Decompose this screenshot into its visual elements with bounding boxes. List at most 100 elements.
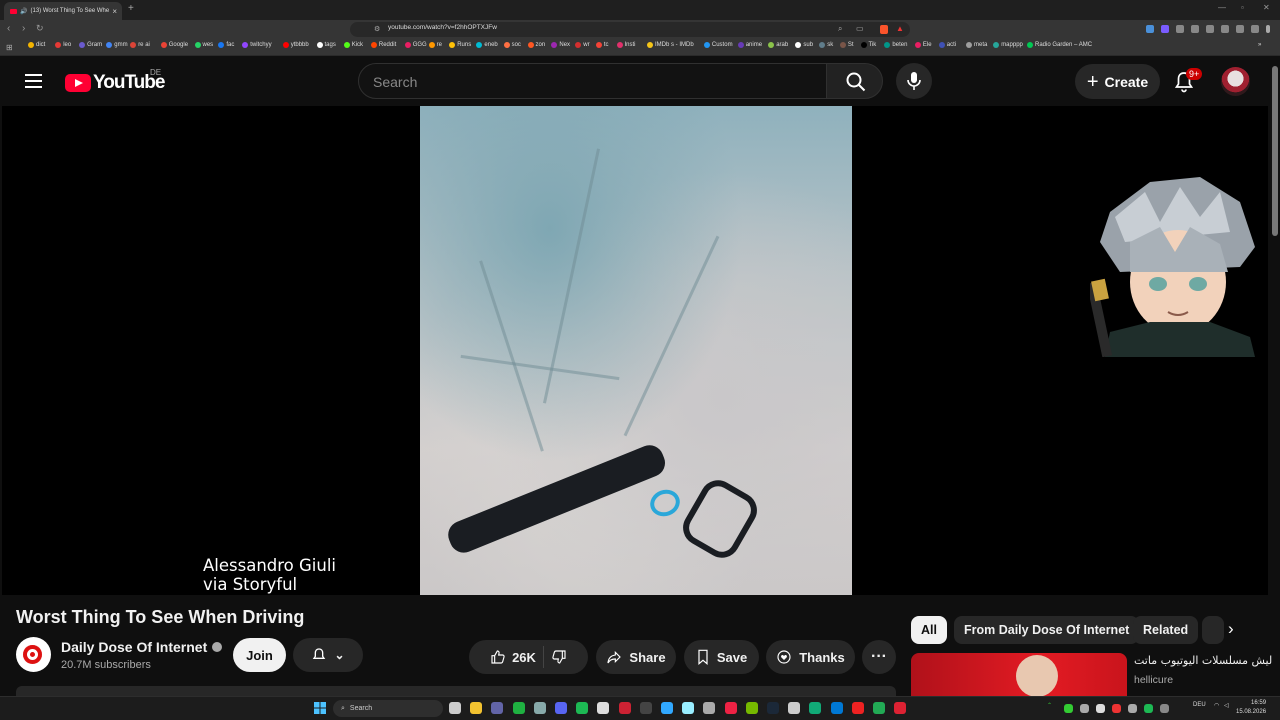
- bookmark-item[interactable]: gmm: [106, 42, 128, 48]
- app-icon[interactable]: [639, 702, 652, 714]
- bookmark-item[interactable]: Google: [160, 42, 188, 48]
- description-box[interactable]: [16, 686, 896, 696]
- bookmark-item[interactable]: arab: [768, 42, 788, 48]
- bookmark-item[interactable]: meta: [966, 42, 987, 48]
- excel-icon[interactable]: [512, 702, 525, 714]
- bookmark-item[interactable]: leo: [55, 42, 71, 48]
- vivaldi-icon[interactable]: [894, 702, 907, 714]
- page-scrollbar[interactable]: [1270, 56, 1280, 696]
- volume-icon[interactable]: ◁: [1224, 702, 1229, 709]
- app-icon[interactable]: [682, 702, 695, 714]
- app-icon[interactable]: [788, 702, 801, 714]
- scrollbar-thumb[interactable]: [1272, 66, 1278, 236]
- tray-app-icon[interactable]: [1080, 704, 1089, 713]
- search-button[interactable]: [826, 63, 883, 99]
- bookmark-item[interactable]: St: [839, 42, 854, 48]
- sidebar-icon[interactable]: [1206, 25, 1214, 33]
- bookmark-item[interactable]: Ele: [914, 42, 932, 48]
- spotify-icon[interactable]: [576, 702, 589, 714]
- bookmark-item[interactable]: Kick: [343, 42, 363, 48]
- taskbar-clock[interactable]: 16:59 15.08.2026: [1236, 699, 1266, 717]
- extension-icon[interactable]: [1176, 25, 1184, 33]
- bookmarks-overflow-icon[interactable]: »: [1258, 42, 1261, 48]
- photoshop-icon[interactable]: [661, 702, 673, 714]
- taskbar-search[interactable]: ⌕ Search: [333, 700, 443, 717]
- wifi-icon[interactable]: ◠: [1214, 702, 1219, 709]
- bookmark-item[interactable]: anime: [737, 42, 762, 48]
- wallet-icon[interactable]: [1236, 25, 1244, 33]
- close-window-icon[interactable]: ✕: [1263, 3, 1270, 12]
- teams-icon[interactable]: [491, 702, 504, 714]
- create-button[interactable]: + Create: [1075, 64, 1160, 99]
- bookmark-item[interactable]: zon: [527, 42, 545, 48]
- extension-icon[interactable]: [1191, 25, 1199, 33]
- bookmark-item[interactable]: soc: [503, 42, 521, 48]
- task-view-icon[interactable]: [449, 702, 461, 714]
- app-icon[interactable]: [830, 702, 843, 714]
- tray-app-icon[interactable]: [1064, 704, 1073, 713]
- bookmark-item[interactable]: wr: [575, 42, 590, 48]
- address-bar[interactable]: ⚙ youtube.com/watch?v=f2hhOPTXJFw ⌕ ▭ ▲: [350, 22, 910, 37]
- thanks-button[interactable]: Thanks: [766, 640, 855, 674]
- forward-icon[interactable]: ›: [22, 23, 25, 34]
- search-input[interactable]: Search: [358, 63, 827, 99]
- bookmark-item[interactable]: Nex: [551, 42, 570, 48]
- file-explorer-icon[interactable]: [470, 702, 483, 714]
- browser-tab[interactable]: 🔊 (13) Worst Thing To See Whe ×: [4, 2, 122, 20]
- apps-grid-icon[interactable]: ⊞: [6, 43, 13, 52]
- join-button[interactable]: Join: [233, 638, 286, 672]
- chevron-right-icon[interactable]: ›: [1228, 619, 1234, 639]
- extension-icon[interactable]: [1146, 25, 1154, 33]
- nvidia-icon[interactable]: [745, 702, 758, 714]
- app-icon[interactable]: [809, 702, 822, 714]
- bookmark-item[interactable]: Reddit: [370, 42, 396, 48]
- bookmark-item[interactable]: Radio Garden – AMC: [1027, 42, 1092, 48]
- like-button[interactable]: 26K: [490, 649, 536, 665]
- menu-hamburger-icon[interactable]: [25, 74, 42, 88]
- bookmark-item[interactable]: re: [428, 42, 442, 48]
- channel-avatar[interactable]: [16, 637, 51, 672]
- channel-name[interactable]: Daily Dose Of Internet: [61, 639, 223, 655]
- account-avatar[interactable]: [1221, 67, 1250, 96]
- app-icon[interactable]: [703, 702, 716, 714]
- tab-close-icon[interactable]: ×: [112, 7, 117, 16]
- bookmark-item[interactable]: Runs: [449, 42, 471, 48]
- bookmark-item[interactable]: Insti: [616, 42, 636, 48]
- minimize-icon[interactable]: —: [1218, 3, 1226, 12]
- bookmark-item[interactable]: sub: [795, 42, 813, 48]
- tray-app-icon[interactable]: [1160, 704, 1169, 713]
- bookmark-item[interactable]: Custom: [703, 42, 733, 48]
- bookmark-item[interactable]: re ai: [130, 42, 150, 48]
- extension-icon[interactable]: [1161, 25, 1169, 33]
- tray-app-icon[interactable]: [1112, 704, 1121, 713]
- bookmark-item[interactable]: twitchyy: [242, 42, 272, 48]
- windows-start-icon[interactable]: [314, 702, 326, 714]
- brave-icon[interactable]: [724, 702, 737, 714]
- site-info-icon[interactable]: ⚙: [374, 25, 380, 33]
- extension-icon[interactable]: [1221, 25, 1229, 33]
- maximize-icon[interactable]: ▫: [1241, 3, 1244, 12]
- app-icon[interactable]: [873, 702, 885, 714]
- discord-icon[interactable]: [555, 702, 567, 714]
- tray-app-icon[interactable]: [1128, 704, 1137, 713]
- back-icon[interactable]: ‹: [7, 23, 10, 34]
- video-frame[interactable]: [420, 106, 852, 595]
- bookmark-item[interactable]: tags: [316, 42, 336, 48]
- voice-search-button[interactable]: [896, 63, 932, 99]
- zoom-icon[interactable]: ⌕: [838, 24, 842, 34]
- tray-arrow-icon[interactable]: ⌃: [1047, 702, 1052, 709]
- share-button[interactable]: Share: [596, 640, 676, 674]
- bookmark-item[interactable]: acti: [938, 42, 956, 48]
- brave-rewards-icon[interactable]: ▲: [896, 24, 904, 33]
- bookmark-item[interactable]: Tik: [860, 42, 876, 48]
- reload-icon[interactable]: ↻: [36, 23, 44, 34]
- bookmark-item[interactable]: eneb: [476, 42, 498, 48]
- tray-app-icon[interactable]: [1144, 704, 1153, 713]
- bookmark-item[interactable]: fac: [218, 42, 234, 48]
- save-button[interactable]: Save: [684, 640, 759, 674]
- language-indicator[interactable]: DEU: [1193, 702, 1206, 708]
- chip-from-channel[interactable]: From Daily Dose Of Internet: [954, 616, 1140, 644]
- menu-icon[interactable]: [1266, 25, 1270, 33]
- chip-partial[interactable]: [1202, 616, 1224, 644]
- bookmark-item[interactable]: sk: [819, 42, 833, 48]
